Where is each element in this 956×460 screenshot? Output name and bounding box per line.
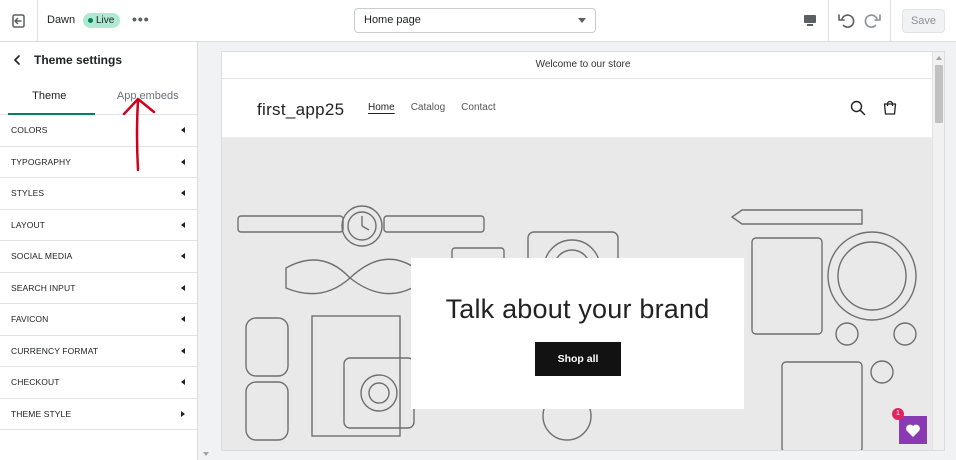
watch-illustration [237, 205, 485, 247]
scroll-thumb[interactable] [935, 65, 943, 123]
bow-tie-illustration [285, 258, 413, 295]
film-camera-illustration [781, 361, 863, 450]
caret-left-icon [181, 221, 185, 228]
glasses-illustration [245, 317, 289, 441]
caret-left-icon [181, 253, 185, 260]
camera-illustration [343, 357, 415, 429]
hero-banner: Talk about your brand Shop all [222, 138, 932, 450]
wishlist-count-badge: 1 [892, 408, 904, 420]
caret-left-icon [181, 127, 185, 134]
nav-catalog[interactable]: Catalog [411, 102, 445, 113]
chevron-left-icon [14, 55, 20, 65]
shop-all-button[interactable]: Shop all [535, 342, 621, 376]
device-preview-button[interactable] [792, 0, 829, 41]
map-illustration [311, 315, 401, 437]
caret-right-icon [181, 410, 185, 417]
section-label: THEME STYLE [11, 408, 72, 419]
section-typography[interactable]: TYPOGRAPHY [0, 147, 197, 178]
pen-illustration [730, 209, 863, 225]
more-actions-button[interactable]: ••• [132, 11, 150, 27]
section-styles[interactable]: STYLES [0, 178, 197, 210]
live-badge: Live [83, 13, 121, 28]
section-social-media[interactable]: SOCIAL MEDIA [0, 241, 197, 273]
store-preview: Welcome to our store first_app25 Home Ca… [221, 51, 945, 451]
section-colors[interactable]: COLORS [0, 115, 197, 147]
scroll-up-arrow[interactable] [936, 56, 942, 60]
section-label: TYPOGRAPHY [11, 156, 72, 167]
exit-icon [11, 13, 25, 28]
page-selector[interactable]: Home page [354, 8, 596, 33]
undo-icon[interactable] [836, 10, 856, 30]
caret-left-icon [181, 158, 185, 165]
section-favicon[interactable]: FAVICON [0, 304, 197, 336]
section-label: CURRENCY FORMAT [11, 345, 99, 356]
sidebar-title: Theme settings [34, 53, 123, 67]
store-header: first_app25 Home Catalog Contact [222, 79, 944, 138]
announcement-bar: Welcome to our store [222, 52, 944, 79]
passport-illustration [751, 237, 823, 335]
section-checkout[interactable]: CHECKOUT [0, 367, 197, 399]
nav-home[interactable]: Home [368, 102, 395, 113]
section-label: LAYOUT [11, 219, 45, 230]
section-label: CHECKOUT [11, 377, 60, 388]
store-logo[interactable]: first_app25 [257, 100, 344, 120]
section-layout[interactable]: LAYOUT [0, 210, 197, 241]
topbar-divider [890, 0, 891, 41]
preview-scrollbar[interactable] [932, 52, 944, 450]
caret-left-icon [181, 347, 185, 354]
theme-name: Dawn [47, 14, 76, 26]
section-search-input[interactable]: SEARCH INPUT [0, 273, 197, 304]
cart-icon[interactable] [882, 100, 898, 116]
desktop-icon [804, 15, 816, 26]
section-label: FAVICON [11, 314, 49, 325]
sidebar-tabs: Theme App embeds [0, 78, 197, 115]
back-button[interactable] [12, 55, 28, 65]
wishlist-button[interactable] [899, 416, 927, 444]
section-label: COLORS [11, 125, 48, 136]
sidebar-header: Theme settings [0, 42, 197, 78]
section-label: SEARCH INPUT [11, 282, 76, 293]
settings-section-list: COLORS TYPOGRAPHY STYLES LAYOUT SOCIAL M… [0, 115, 197, 430]
hero-title: Talk about your brand [445, 294, 710, 324]
search-icon[interactable] [850, 100, 866, 116]
lens-illustration [835, 322, 917, 384]
store-nav: Home Catalog Contact [368, 102, 496, 113]
annotation-arrow [122, 97, 156, 172]
page-selector-value: Home page [364, 14, 421, 26]
tab-theme[interactable]: Theme [0, 78, 99, 115]
exit-button[interactable] [0, 0, 38, 41]
editor-topbar: Dawn Live ••• Home page Save [0, 0, 956, 42]
heart-icon [906, 424, 920, 437]
chevron-down-icon [578, 18, 586, 23]
caret-left-icon [181, 190, 185, 197]
section-theme-style[interactable]: THEME STYLE [0, 399, 197, 430]
section-label: SOCIAL MEDIA [11, 251, 73, 262]
redo-icon[interactable] [863, 10, 883, 30]
caret-left-icon [181, 316, 185, 323]
caret-left-icon [181, 379, 185, 386]
caret-left-icon [181, 284, 185, 291]
section-currency-format[interactable]: CURRENCY FORMAT [0, 336, 197, 367]
section-label: STYLES [11, 188, 45, 199]
hero-content-box: Talk about your brand Shop all [411, 258, 744, 409]
mug-illustration [827, 231, 917, 321]
theme-settings-sidebar: Theme settings Theme App embeds COLORS T… [0, 42, 198, 460]
save-button[interactable]: Save [902, 9, 945, 33]
scroll-down-arrow[interactable] [203, 452, 209, 456]
nav-contact[interactable]: Contact [461, 102, 495, 113]
